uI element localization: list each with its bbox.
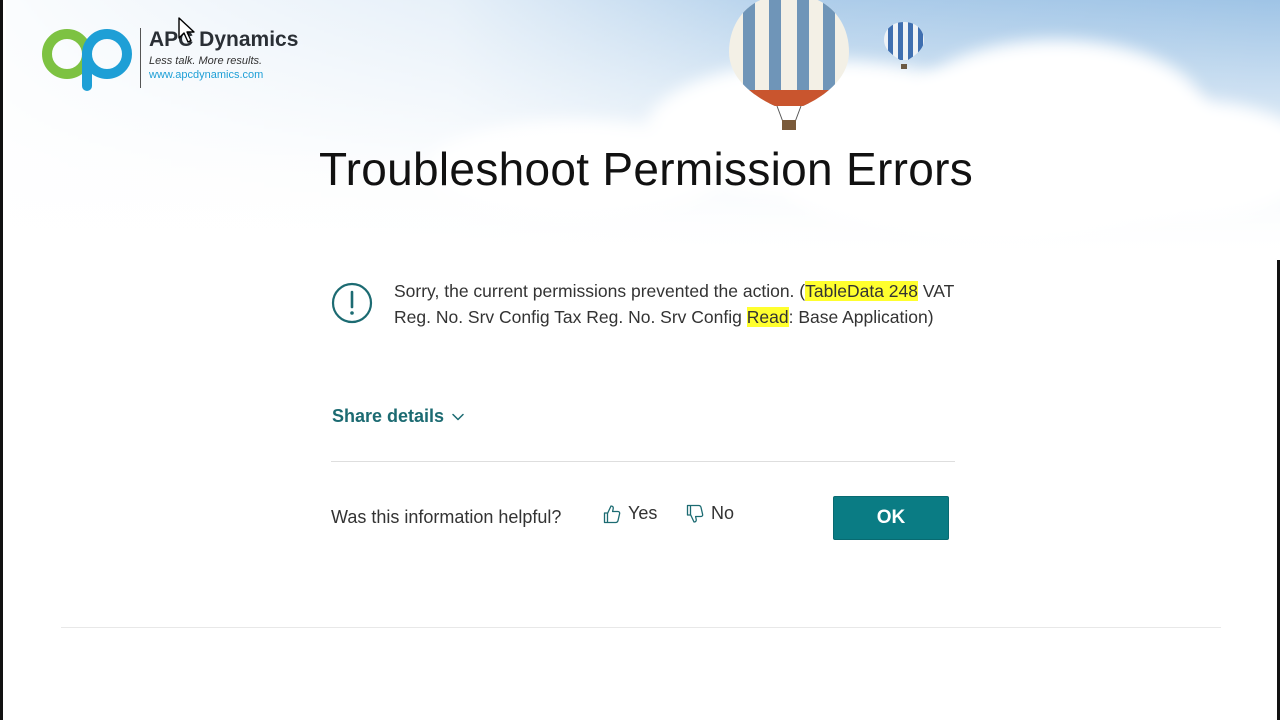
message-highlight-read: Read <box>746 307 789 327</box>
feedback-no-label: No <box>711 503 735 523</box>
company-logo: APC Dynamics Less talk. More results. ww… <box>41 24 311 94</box>
share-details-label: Share details <box>332 406 445 426</box>
slide-frame: APC Dynamics Less talk. More results. ww… <box>0 0 1280 720</box>
feedback-yes-button[interactable]: Yes <box>603 503 657 524</box>
feedback-question: Was this information helpful? <box>331 507 562 527</box>
message-highlight-tabledata: TableData 248 <box>805 281 918 301</box>
hot-air-balloon-small <box>884 22 924 69</box>
share-details-toggle[interactable]: Share details <box>332 406 464 427</box>
message-part-5: : Base Application) <box>788 307 934 327</box>
error-message: Sorry, the current permissions prevented… <box>394 278 954 330</box>
permission-error-dialog: Sorry, the current permissions prevented… <box>331 270 955 550</box>
mouse-pointer-icon <box>178 17 195 43</box>
slide-footer-divider <box>61 627 1221 628</box>
message-part-1: Sorry, the current permissions prevented… <box>394 281 806 301</box>
logo-url: www.apcdynamics.com <box>149 69 264 81</box>
dialog-divider <box>331 461 955 462</box>
logo-mark-icon <box>42 29 132 91</box>
thumbs-down-icon <box>686 504 704 523</box>
chevron-down-icon <box>452 413 464 420</box>
logo-tagline: Less talk. More results. <box>149 55 263 67</box>
slide-title: Troubleshoot Permission Errors <box>318 143 974 195</box>
ok-button[interactable]: OK <box>833 496 949 540</box>
feedback-yes-label: Yes <box>628 503 658 523</box>
thumbs-up-icon <box>603 504 621 523</box>
hot-air-balloon-large <box>729 0 849 130</box>
info-circle-icon <box>331 282 373 324</box>
feedback-no-button[interactable]: No <box>686 503 734 524</box>
logo-brand-name: APC Dynamics <box>149 28 299 51</box>
